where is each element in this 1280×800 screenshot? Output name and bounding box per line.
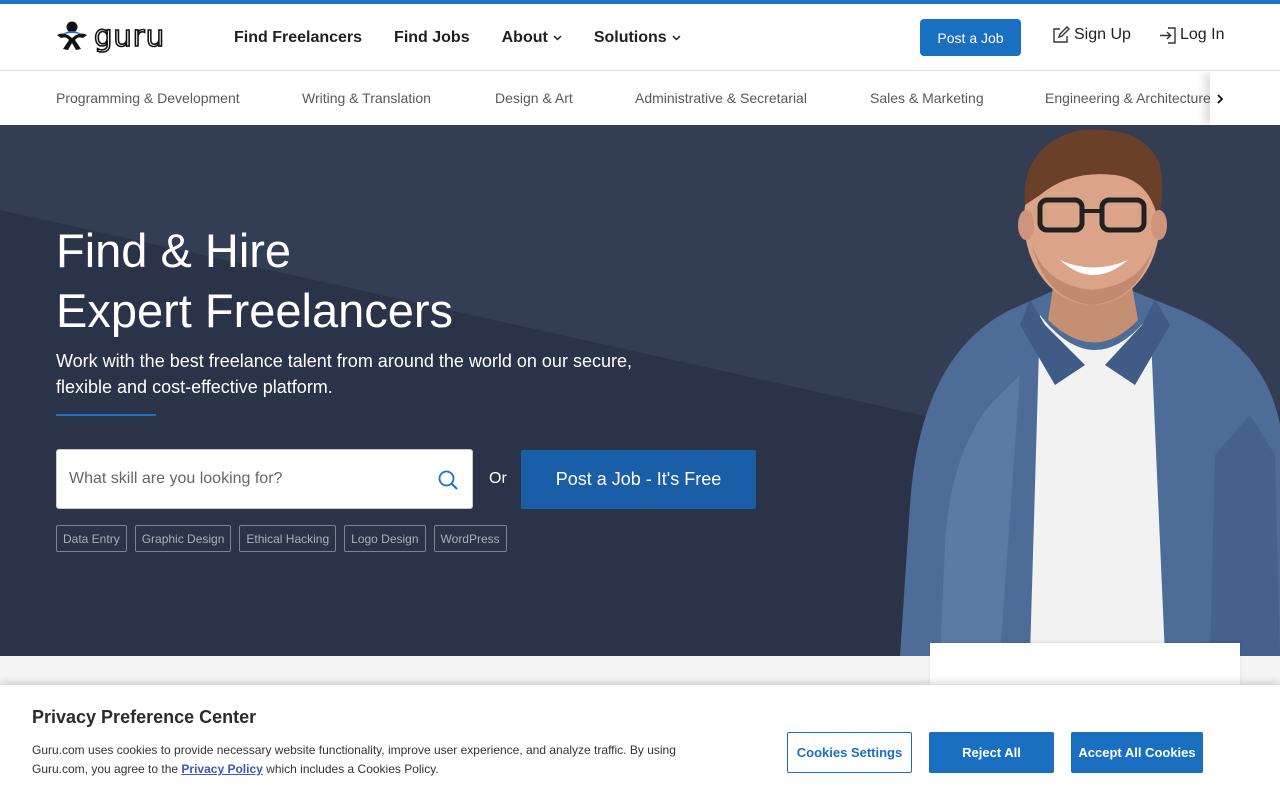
cookies-settings-label: Cookies Settings <box>796 745 903 760</box>
reject-all-button[interactable]: Reject All <box>929 732 1054 773</box>
nav-label: Find Freelancers <box>234 28 363 46</box>
category-programming[interactable]: Programming & Development <box>56 90 240 106</box>
guru-logo-icon: guru <box>57 21 165 53</box>
category-scroll-right-button[interactable] <box>1210 72 1280 125</box>
accept-all-label: Accept All Cookies <box>1078 745 1196 760</box>
tag-data-entry[interactable]: Data Entry <box>56 525 127 552</box>
smiling-man-image <box>900 129 1280 656</box>
category-administrative[interactable]: Administrative & Secretarial <box>635 90 807 106</box>
sign-up-link[interactable]: Sign Up <box>1052 26 1131 44</box>
post-job-free-label: Post a Job - It's Free <box>555 469 722 489</box>
category-sales[interactable]: Sales & Marketing <box>870 90 984 106</box>
category-bar: Programming & Development Writing & Tran… <box>0 72 1280 125</box>
cookie-banner-title: Privacy Preference Center <box>32 707 257 727</box>
nav-find-freelancers[interactable]: Find Freelancers <box>234 29 362 47</box>
search-icon[interactable] <box>438 470 458 490</box>
hero-title-line-1: Find & Hire <box>56 224 292 277</box>
hero-subtitle: Work with the best freelance talent from… <box>56 351 632 397</box>
log-in-label: Log In <box>1180 26 1225 43</box>
login-icon <box>1160 26 1176 44</box>
hero-section: Find & Hire Expert Freelancers Work with… <box>0 125 1280 656</box>
svg-text:guru: guru <box>94 21 165 53</box>
skill-search-input[interactable] <box>69 450 429 508</box>
category-engineering[interactable]: Engineering & Architecture <box>1045 90 1211 106</box>
nav-about[interactable]: About <box>502 29 562 47</box>
privacy-policy-link[interactable]: Privacy Policy <box>181 762 262 776</box>
popular-skill-tags: Data Entry Graphic Design Ethical Hackin… <box>56 525 515 552</box>
guru-logo[interactable]: guru <box>56 20 188 54</box>
post-a-job-button[interactable]: Post a Job <box>920 19 1021 56</box>
hero-title-line-2: Expert Freelancers <box>56 284 454 337</box>
tag-graphic-design[interactable]: Graphic Design <box>134 525 232 552</box>
nav-label: About <box>501 28 548 46</box>
cookie-banner-text: Guru.com uses cookies to provide necessa… <box>32 741 692 779</box>
tag-wordpress[interactable]: WordPress <box>433 525 507 552</box>
post-job-free-button[interactable]: Post a Job - It's Free <box>521 450 756 509</box>
category-writing[interactable]: Writing & Translation <box>302 90 431 106</box>
chevron-down-icon <box>553 34 562 41</box>
cookie-banner: Privacy Preference Center Guru.com uses … <box>0 685 1280 800</box>
tag-logo-design[interactable]: Logo Design <box>344 525 426 552</box>
accept-all-cookies-button[interactable]: Accept All Cookies <box>1071 732 1203 773</box>
nav-find-jobs[interactable]: Find Jobs <box>394 29 470 47</box>
sign-up-label: Sign Up <box>1074 26 1131 43</box>
log-in-link[interactable]: Log In <box>1159 26 1224 44</box>
cookies-settings-button[interactable]: Cookies Settings <box>787 732 912 773</box>
skill-search-box <box>56 449 473 509</box>
cookie-text-part: which includes a Cookies Policy. <box>262 762 439 776</box>
chevron-right-icon <box>1217 93 1224 104</box>
tag-ethical-hacking[interactable]: Ethical Hacking <box>239 525 337 552</box>
hero-divider <box>56 414 156 416</box>
nav-label: Find Jobs <box>394 28 470 46</box>
category-design[interactable]: Design & Art <box>495 90 573 106</box>
edit-icon <box>1053 26 1070 43</box>
or-label: Or <box>489 470 507 487</box>
hero-title: Find & Hire Expert Freelancers <box>56 221 453 341</box>
site-header: guru Find Freelancers Find Jobs About So… <box>0 4 1280 71</box>
nav-solutions[interactable]: Solutions <box>594 29 681 47</box>
post-a-job-label: Post a Job <box>937 29 1004 46</box>
main-nav: Find Freelancers Find Jobs About Solutio… <box>234 4 713 71</box>
chevron-down-icon <box>672 34 681 41</box>
reject-all-label: Reject All <box>962 745 1021 760</box>
nav-label: Solutions <box>593 28 667 46</box>
